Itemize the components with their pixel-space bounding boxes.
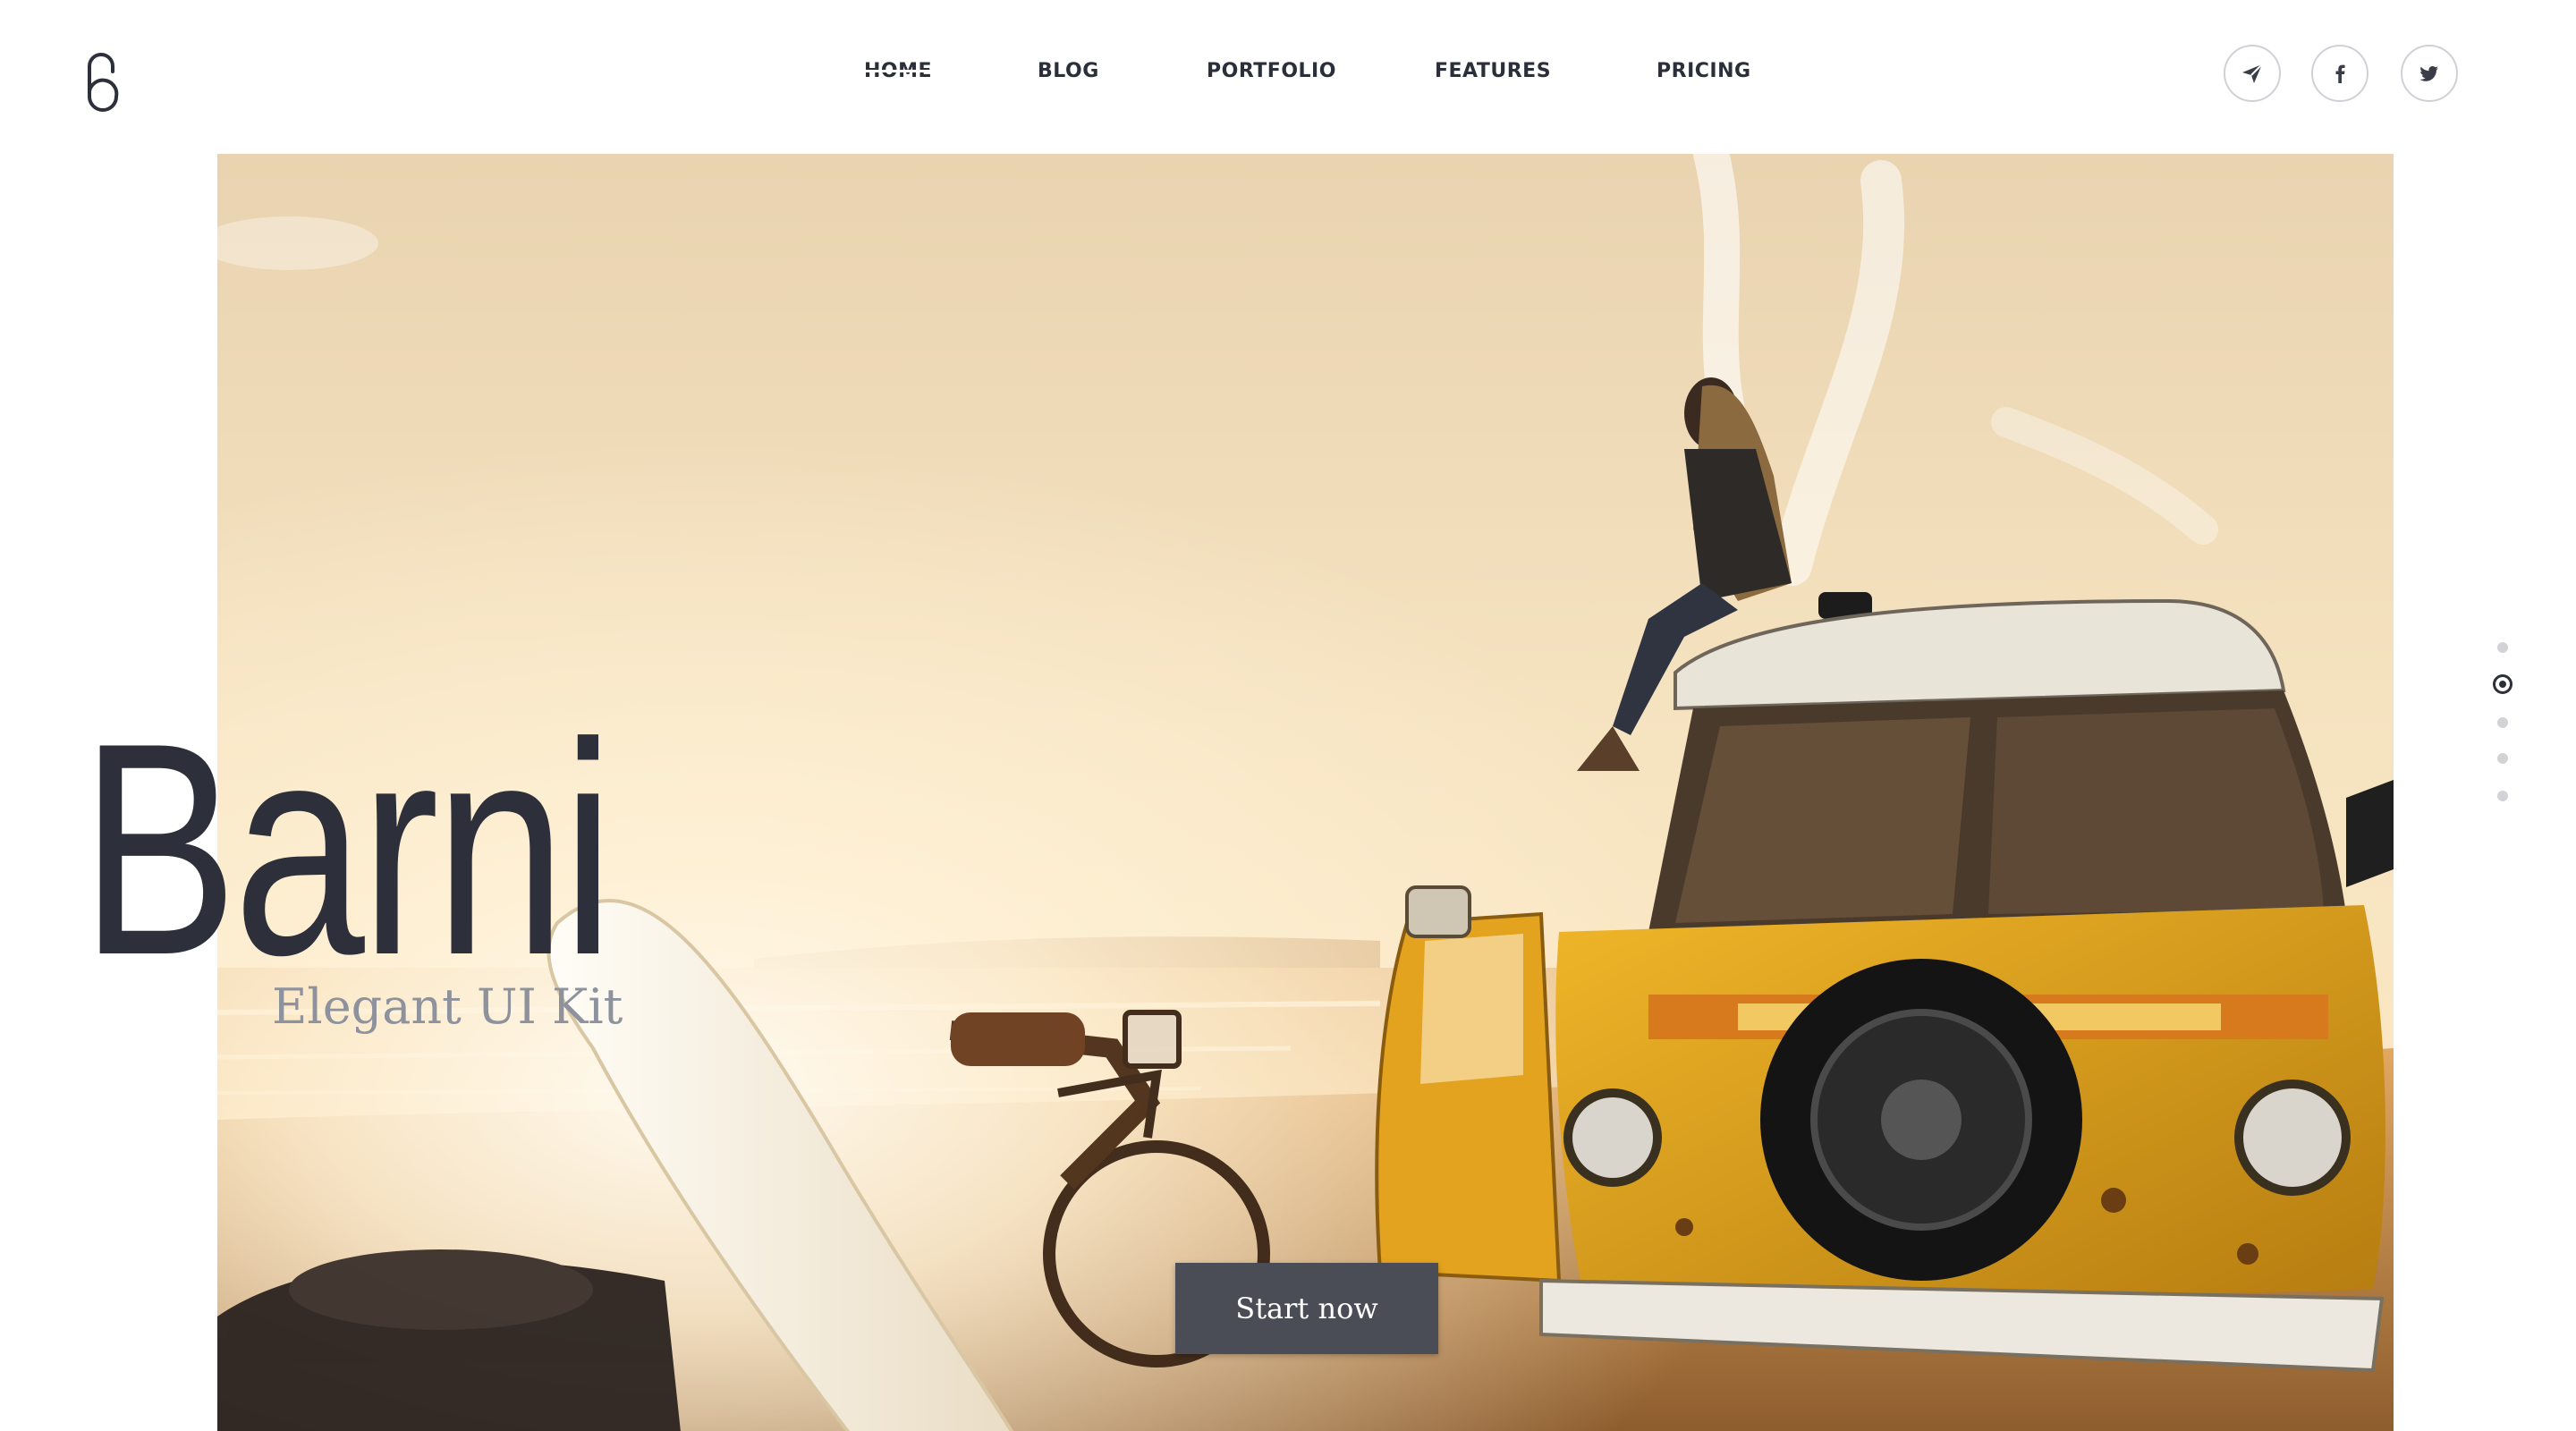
nav-item-home[interactable]: HOME	[864, 55, 932, 88]
facebook-icon	[2335, 64, 2345, 83]
main-nav: HOME BLOG PORTFOLIO FEATURES PRICING	[0, 55, 2576, 88]
landing-page: HOME BLOG PORTFOLIO FEATURES PRICING Bar…	[0, 0, 2576, 1431]
telegram-icon	[2242, 64, 2263, 83]
pager-dot-1[interactable]	[2497, 642, 2508, 653]
telegram-button[interactable]	[2224, 45, 2281, 102]
start-now-button[interactable]: Start now	[1175, 1263, 1438, 1354]
pager-dot-3[interactable]	[2497, 717, 2508, 728]
pager-dot-5[interactable]	[2497, 791, 2508, 801]
facebook-button[interactable]	[2311, 45, 2368, 102]
nav-item-pricing[interactable]: PRICING	[1657, 55, 1751, 88]
twitter-icon	[2419, 66, 2438, 81]
pager-dot-4[interactable]	[2497, 753, 2508, 764]
slide-pager	[2492, 642, 2513, 812]
nav-item-blog[interactable]: BLOG	[1038, 55, 1099, 88]
twitter-button[interactable]	[2401, 45, 2458, 102]
hero-subtitle: Elegant UI Kit	[272, 978, 623, 1035]
pager-dot-2-active[interactable]	[2493, 674, 2512, 694]
hero-image: Barni Elegant UI Kit	[80, 154, 2394, 1431]
hero-title: Barni	[80, 680, 614, 1018]
nav-item-features[interactable]: FEATURES	[1435, 55, 1551, 88]
nav-item-portfolio[interactable]: PORTFOLIO	[1207, 55, 1336, 88]
